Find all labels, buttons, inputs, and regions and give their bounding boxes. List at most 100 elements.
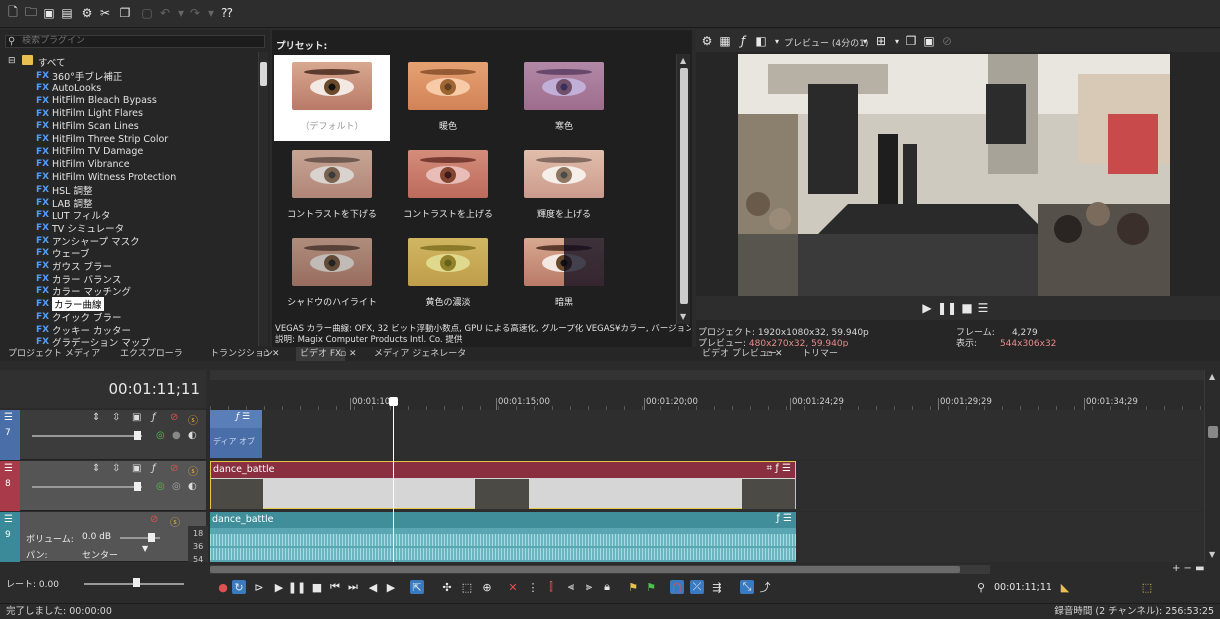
plugin-item[interactable]: FX AutoLooks bbox=[36, 82, 101, 95]
plugin-scrollbar[interactable] bbox=[258, 52, 268, 346]
volume-slider-thumb[interactable] bbox=[148, 533, 155, 542]
undo-dropdown-icon[interactable]: ▾ bbox=[174, 6, 188, 20]
pan-slider[interactable]: ▼ bbox=[142, 544, 148, 553]
timeline-stop-icon[interactable]: ■ bbox=[310, 580, 324, 594]
track-lane-8[interactable]: dance_battle ⌗ ƒ ☰ bbox=[210, 461, 1204, 511]
motion-icon[interactable]: ▣ bbox=[132, 463, 141, 474]
tab-media-generator[interactable]: メディア ジェネレータ bbox=[374, 347, 466, 361]
motion-icon[interactable]: ▣ bbox=[132, 412, 141, 423]
redo-dropdown-icon[interactable]: ▾ bbox=[204, 6, 218, 20]
plugin-item[interactable]: FX HitFilm TV Damage bbox=[36, 145, 143, 158]
collapse-track-icon[interactable]: ⇳ bbox=[112, 412, 120, 423]
snapping-icon[interactable]: ⋂ bbox=[670, 580, 684, 594]
track-menu-icon[interactable]: ☰ bbox=[4, 514, 13, 525]
preset-item[interactable]: （デフォルト） bbox=[274, 55, 390, 141]
plugin-search-input[interactable]: 検索プラグイン bbox=[5, 35, 265, 48]
track-header-7[interactable]: ☰ 7 ⇕ ⇳ ▣ ƒ ⊘ ⓢ ◎ ● ◐ bbox=[0, 410, 206, 460]
preview-quality-select[interactable]: プレビュー (4分の1) bbox=[784, 36, 868, 49]
solo-icon[interactable]: ⓢ bbox=[170, 514, 180, 529]
tab-float-icon[interactable]: ▫ ✕ bbox=[263, 347, 280, 361]
plugin-item[interactable]: FX HitFilm Light Flares bbox=[36, 107, 143, 120]
pause-icon[interactable]: ❚❚ bbox=[937, 301, 957, 315]
clip-dance-battle-video[interactable]: dance_battle ⌗ ƒ ☰ bbox=[210, 461, 796, 509]
tab-close-icon[interactable]: ▫ ✕ bbox=[340, 347, 357, 361]
redo-icon[interactable]: ↷ bbox=[188, 6, 202, 20]
undo-icon[interactable]: ↶ bbox=[158, 6, 172, 20]
preset-item[interactable]: 輝度を上げる bbox=[506, 143, 622, 229]
go-end-icon[interactable]: ⏭ bbox=[346, 580, 360, 594]
quality-dropdown-icon[interactable]: ▾ bbox=[858, 34, 872, 48]
mute-icon[interactable]: ⊘ bbox=[170, 463, 178, 474]
grid-icon[interactable]: ⊞ bbox=[874, 34, 888, 48]
auto-crossfade-icon[interactable]: ⤫ bbox=[690, 580, 704, 594]
track-lane-9[interactable]: dance_battle ƒ ☰ bbox=[210, 512, 1204, 562]
tab-trimmer[interactable]: トリマー bbox=[802, 347, 838, 361]
trim-end-icon[interactable]: ⫸ bbox=[582, 580, 596, 594]
save-snapshot-icon[interactable]: ▣ bbox=[922, 34, 936, 48]
loop-icon[interactable]: ↻ bbox=[232, 580, 246, 594]
track-slider-thumb[interactable] bbox=[134, 482, 141, 491]
track-fx-icon[interactable]: ƒ bbox=[152, 463, 156, 474]
copy-snapshot-icon[interactable]: ❐ bbox=[904, 34, 918, 48]
preset-item[interactable]: 寒色 bbox=[506, 55, 622, 141]
marker-icon[interactable]: ⚑ bbox=[626, 580, 640, 594]
settings-gear-icon[interactable]: ⚙ bbox=[80, 6, 94, 20]
plugin-item[interactable]: FX HitFilm Three Strip Color bbox=[36, 133, 168, 146]
plugin-item[interactable]: FX HitFilm Witness Protection bbox=[36, 171, 176, 184]
preview-settings-icon[interactable]: ⚙ bbox=[700, 34, 714, 48]
preset-item[interactable]: 暖色 bbox=[390, 55, 506, 141]
chevron-down-icon[interactable]: ▾ bbox=[770, 34, 784, 48]
plugin-item[interactable]: FX HitFilm Vibrance bbox=[36, 158, 130, 171]
preview-tab-close-icon[interactable]: ▫ ✕ bbox=[766, 347, 783, 361]
timeline-play-icon[interactable]: ▶ bbox=[272, 580, 286, 594]
zoom-tool-icon[interactable]: ⊕ bbox=[480, 580, 494, 594]
overlay-icon[interactable]: ⊘ bbox=[940, 34, 954, 48]
track-fx-icon[interactable]: ƒ bbox=[152, 412, 156, 423]
plugin-item[interactable]: FX LAB 調整 bbox=[36, 196, 93, 210]
play-from-start-icon[interactable]: ⊳ bbox=[252, 580, 266, 594]
next-frame-icon[interactable]: ▶ bbox=[384, 580, 398, 594]
ripple-icon[interactable]: ⇶ bbox=[710, 580, 724, 594]
playhead-line[interactable] bbox=[393, 398, 394, 566]
preset-item[interactable]: コントラストを下げる bbox=[274, 143, 390, 229]
trim-start-icon[interactable]: ⫷ bbox=[564, 580, 578, 594]
plugin-item[interactable]: FX カラー バランス bbox=[36, 272, 121, 286]
timeline-ruler[interactable]: 00:01:10 00:01:15;00 00:01:20;00 00:01:24;2… bbox=[210, 370, 1204, 410]
split-icon[interactable]: ⫿ bbox=[544, 580, 558, 594]
trim-icon[interactable]: ⋮ bbox=[526, 580, 540, 594]
selection-tool-icon[interactable]: ⬚ bbox=[460, 580, 474, 594]
collapse-icon[interactable]: ⊟ bbox=[8, 56, 16, 66]
rate-slider-thumb[interactable] bbox=[133, 578, 140, 587]
clip-media[interactable]: ƒ ☰ ディア オブ bbox=[210, 410, 262, 458]
plugin-item[interactable]: FX グラデーション マップ bbox=[36, 336, 150, 347]
track-slider[interactable] bbox=[32, 435, 142, 437]
mute-icon[interactable]: ⊘ bbox=[170, 412, 178, 423]
save-icon[interactable]: ▣ bbox=[42, 6, 56, 20]
plugin-item[interactable]: FX HitFilm Scan Lines bbox=[36, 120, 139, 133]
tab-explorer[interactable]: エクスプローラ bbox=[120, 347, 183, 361]
prev-frame-icon[interactable]: ◀ bbox=[366, 580, 380, 594]
open-folder-icon[interactable]: 🗀 bbox=[24, 5, 38, 20]
plugin-item[interactable]: FX クッキー カッター bbox=[36, 323, 131, 337]
track-menu-icon[interactable]: ☰ bbox=[4, 412, 13, 423]
expand-icon[interactable]: ⇕ bbox=[92, 412, 100, 423]
solo-icon[interactable]: ⓢ bbox=[188, 463, 198, 478]
delete-icon[interactable]: ✕ bbox=[506, 580, 520, 594]
plugin-item[interactable]: FX アンシャープ マスク bbox=[36, 234, 140, 248]
zoom-controls[interactable]: + − ▬ bbox=[1172, 563, 1205, 574]
plugin-item[interactable]: FX TV シミュレータ bbox=[36, 221, 124, 235]
plugin-item[interactable]: FX HSL 調整 bbox=[36, 183, 93, 197]
timeline-pause-icon[interactable]: ❚❚ bbox=[288, 580, 306, 594]
parent-icon[interactable]: ◐ bbox=[188, 430, 197, 441]
clip-dance-battle-audio[interactable]: dance_battle ƒ ☰ bbox=[210, 512, 796, 562]
parent-icon[interactable]: ◐ bbox=[188, 481, 197, 492]
preset-item[interactable]: 暗黒 bbox=[506, 231, 622, 317]
grid-dropdown-icon[interactable]: ▾ bbox=[890, 34, 904, 48]
help-icon[interactable]: ⁇ bbox=[220, 6, 234, 20]
new-file-icon[interactable]: 🗋 bbox=[6, 5, 20, 20]
paste-icon[interactable]: ▢ bbox=[140, 6, 154, 20]
plugin-item[interactable]: FX 360°手ブレ補正 bbox=[36, 69, 122, 83]
composite-icon[interactable]: ◎ bbox=[156, 430, 165, 441]
play-icon[interactable]: ▶ bbox=[920, 301, 934, 315]
record-icon[interactable]: ● bbox=[216, 580, 230, 594]
